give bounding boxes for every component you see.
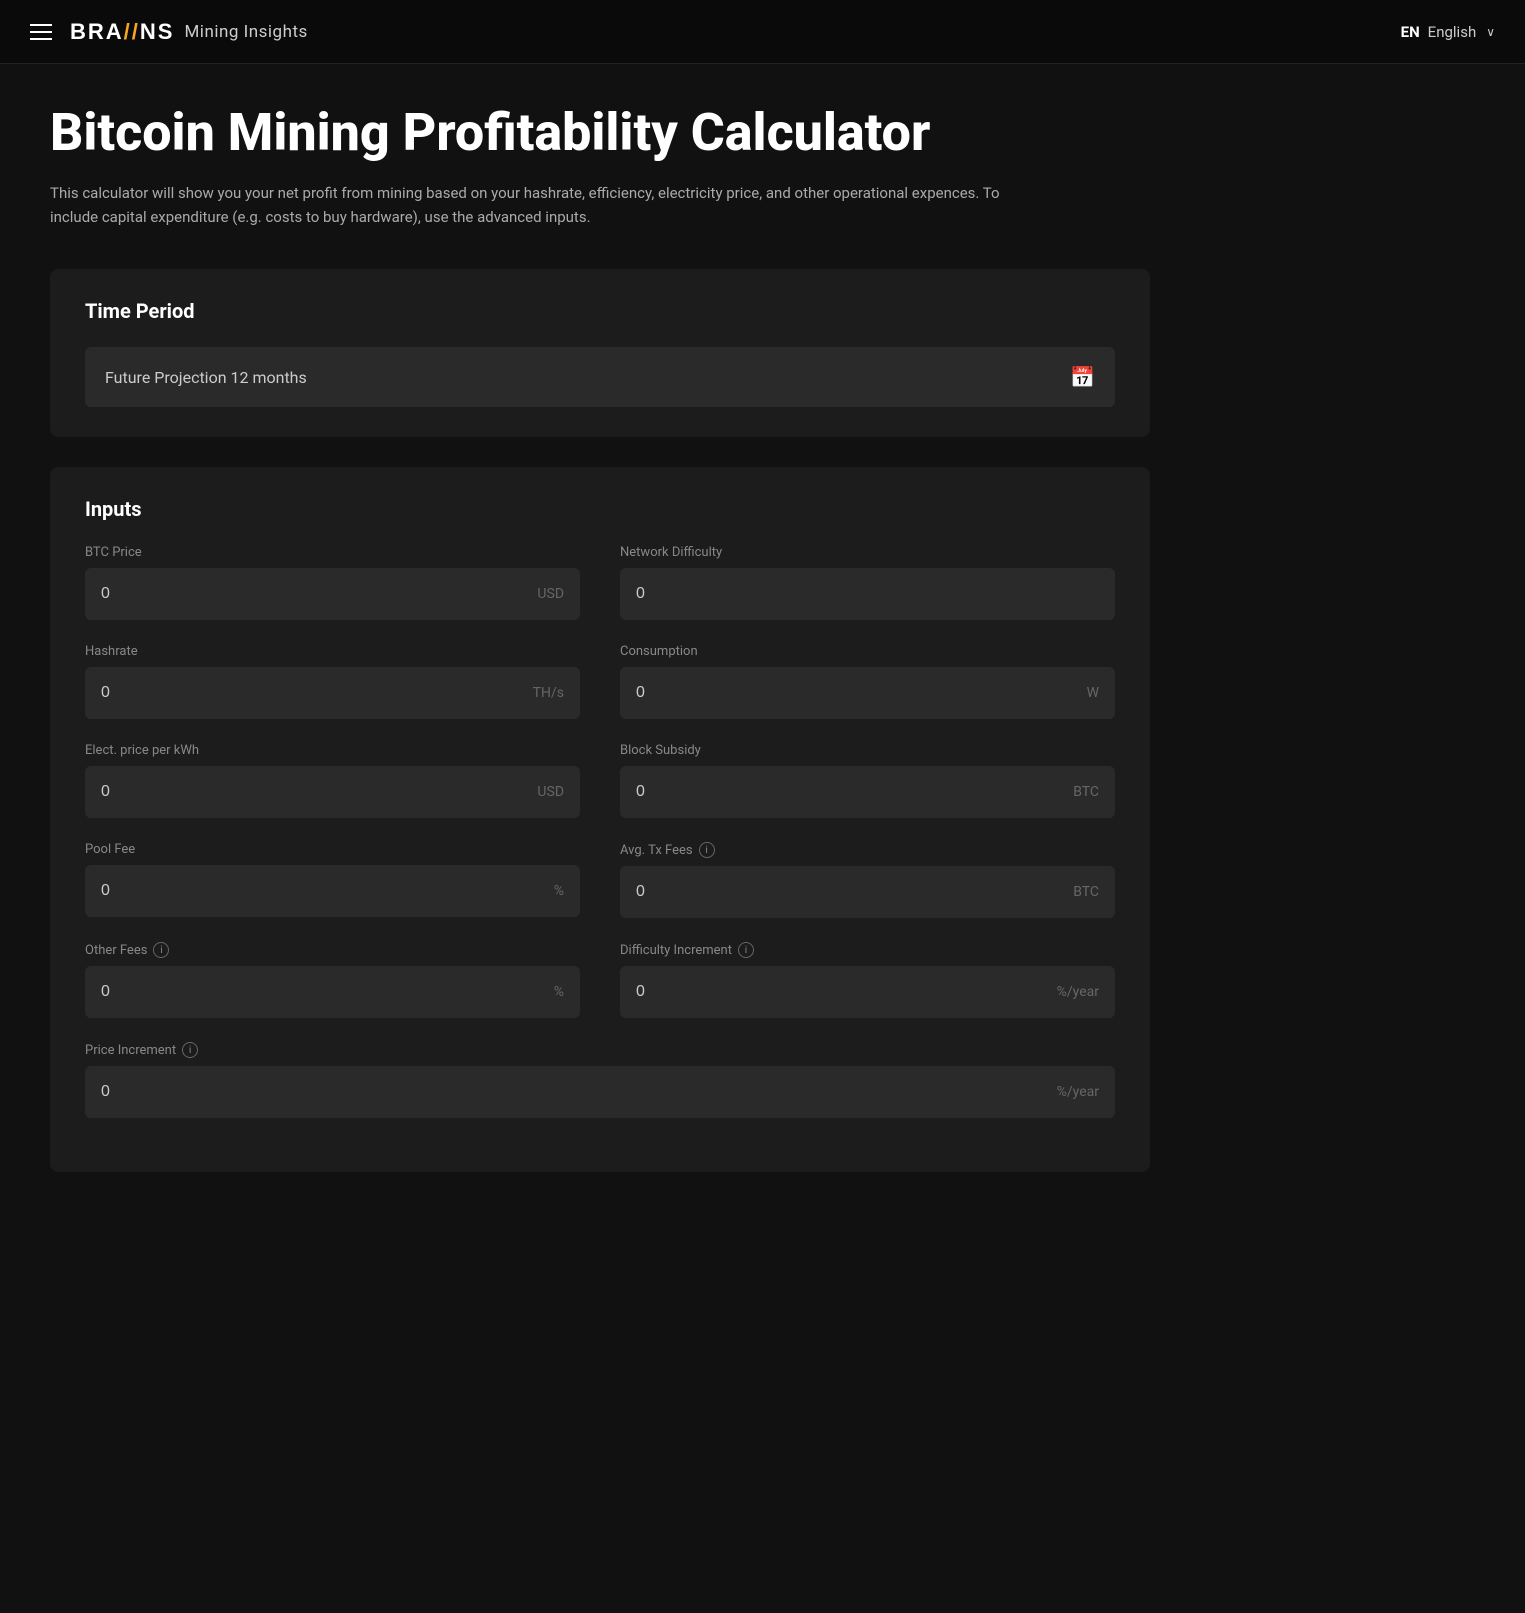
input-network-difficulty[interactable]: [636, 585, 1099, 603]
unit-hashrate: TH/s: [533, 685, 564, 701]
input-wrapper-btc-price: USD: [85, 568, 580, 620]
input-group-pool-fee: Pool Fee %: [85, 842, 580, 918]
input-wrapper-pool-fee: %: [85, 865, 580, 917]
input-group-network-difficulty: Network Difficulty: [620, 545, 1115, 620]
page-title: Bitcoin Mining Profitability Calculator: [50, 104, 1150, 161]
input-consumption[interactable]: [636, 684, 1079, 702]
time-period-section-title: Time Period: [85, 299, 1115, 323]
label-difficulty-increment: Difficulty Increment i: [620, 942, 1115, 958]
input-wrapper-consumption: W: [620, 667, 1115, 719]
navbar: BRA//NS Mining Insights EN English ∨: [0, 0, 1525, 64]
input-group-avg-tx-fees: Avg. Tx Fees i BTC: [620, 842, 1115, 918]
unit-btc-price: USD: [537, 586, 564, 602]
unit-elect-price: USD: [537, 784, 564, 800]
input-group-elect-price: Elect. price per kWh USD: [85, 743, 580, 818]
info-icon-other-fees[interactable]: i: [153, 942, 169, 958]
input-wrapper-hashrate: TH/s: [85, 667, 580, 719]
inputs-grid: BTC Price USD Network Difficulty Hashrat…: [85, 545, 1115, 1142]
input-wrapper-difficulty-increment: %/year: [620, 966, 1115, 1018]
page-description: This calculator will show you your net p…: [50, 181, 1050, 229]
time-period-card: Time Period Future Projection 12 months …: [50, 269, 1150, 437]
unit-price-increment: %/year: [1057, 1084, 1099, 1100]
input-wrapper-network-difficulty: [620, 568, 1115, 620]
time-period-value: Future Projection 12 months: [105, 368, 307, 387]
hamburger-menu-button[interactable]: [30, 24, 52, 40]
brand-subtitle: Mining Insights: [184, 22, 307, 42]
chevron-down-icon: ∨: [1486, 25, 1495, 39]
unit-consumption: W: [1087, 685, 1099, 701]
inputs-card: Inputs BTC Price USD Network Difficulty …: [50, 467, 1150, 1172]
unit-block-subsidy: BTC: [1073, 784, 1099, 800]
input-other-fees[interactable]: [101, 983, 546, 1001]
main-content: Bitcoin Mining Profitability Calculator …: [0, 64, 1200, 1242]
label-other-fees: Other Fees i: [85, 942, 580, 958]
navbar-left: BRA//NS Mining Insights: [30, 19, 308, 45]
input-hashrate[interactable]: [101, 684, 525, 702]
unit-difficulty-increment: %/year: [1057, 984, 1099, 1000]
input-wrapper-avg-tx-fees: BTC: [620, 866, 1115, 918]
input-wrapper-other-fees: %: [85, 966, 580, 1018]
unit-other-fees: %: [554, 984, 564, 1000]
input-btc-price[interactable]: [101, 585, 529, 603]
input-pool-fee[interactable]: [101, 882, 546, 900]
input-group-difficulty-increment: Difficulty Increment i %/year: [620, 942, 1115, 1018]
info-icon-difficulty-increment[interactable]: i: [738, 942, 754, 958]
input-group-block-subsidy: Block Subsidy BTC: [620, 743, 1115, 818]
input-avg-tx-fees[interactable]: [636, 883, 1065, 901]
input-group-hashrate: Hashrate TH/s: [85, 644, 580, 719]
label-hashrate: Hashrate: [85, 644, 580, 659]
input-difficulty-increment[interactable]: [636, 983, 1049, 1001]
unit-avg-tx-fees: BTC: [1073, 884, 1099, 900]
label-block-subsidy: Block Subsidy: [620, 743, 1115, 758]
input-group-consumption: Consumption W: [620, 644, 1115, 719]
input-wrapper-block-subsidy: BTC: [620, 766, 1115, 818]
label-network-difficulty: Network Difficulty: [620, 545, 1115, 560]
input-wrapper-price-increment: %/year: [85, 1066, 1115, 1118]
language-code: EN: [1401, 23, 1420, 41]
language-label: English: [1428, 23, 1477, 41]
info-icon-avg-tx-fees[interactable]: i: [699, 842, 715, 858]
input-elect-price[interactable]: [101, 783, 529, 801]
language-selector[interactable]: EN English ∨: [1401, 23, 1495, 41]
label-consumption: Consumption: [620, 644, 1115, 659]
label-elect-price: Elect. price per kWh: [85, 743, 580, 758]
brand-logo-area: BRA//NS Mining Insights: [70, 19, 308, 45]
inputs-section-title: Inputs: [85, 497, 1115, 521]
label-avg-tx-fees: Avg. Tx Fees i: [620, 842, 1115, 858]
label-price-increment: Price Increment i: [85, 1042, 1115, 1058]
brand-logo: BRA//NS: [70, 19, 174, 45]
input-wrapper-elect-price: USD: [85, 766, 580, 818]
label-btc-price: BTC Price: [85, 545, 580, 560]
input-group-price-increment: Price Increment i %/year: [85, 1042, 1115, 1118]
label-pool-fee: Pool Fee: [85, 842, 580, 857]
input-group-btc-price: BTC Price USD: [85, 545, 580, 620]
time-period-selector[interactable]: Future Projection 12 months 📅: [85, 347, 1115, 407]
input-group-other-fees: Other Fees i %: [85, 942, 580, 1018]
info-icon-price-increment[interactable]: i: [182, 1042, 198, 1058]
input-price-increment[interactable]: [101, 1083, 1049, 1101]
unit-pool-fee: %: [554, 883, 564, 899]
input-block-subsidy[interactable]: [636, 783, 1065, 801]
calendar-icon: 📅: [1070, 365, 1095, 389]
